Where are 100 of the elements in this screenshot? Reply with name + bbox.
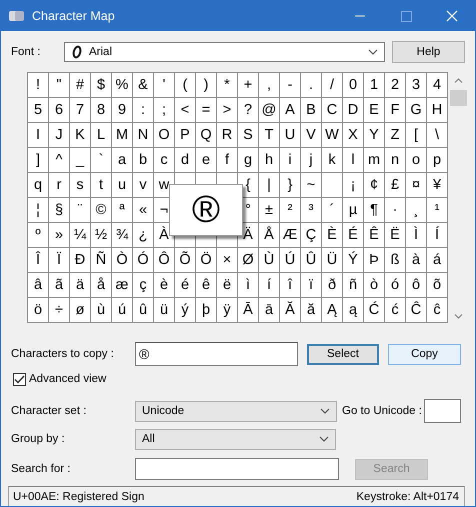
character-cell[interactable]: h <box>259 148 279 172</box>
character-cell[interactable]: Þ <box>364 248 384 272</box>
character-cell[interactable]: ó <box>385 273 405 297</box>
character-cell[interactable]: T <box>259 123 279 147</box>
character-cell[interactable]: Ö <box>196 248 216 272</box>
character-cell[interactable]: + <box>238 73 258 97</box>
character-cell[interactable]: ï <box>301 273 321 297</box>
character-cell[interactable]: ? <box>238 98 258 122</box>
scroll-up-icon[interactable] <box>454 78 463 83</box>
character-cell[interactable]: t <box>91 173 111 197</box>
character-cell[interactable]: 7 <box>70 98 90 122</box>
character-cell[interactable]: G <box>406 98 426 122</box>
advanced-view-checkbox[interactable] <box>13 372 26 386</box>
character-cell[interactable]: A <box>280 98 300 122</box>
character-cell[interactable]: P <box>175 123 195 147</box>
character-cell[interactable]: : <box>133 98 153 122</box>
search-field[interactable] <box>135 458 339 480</box>
character-cell[interactable]: ) <box>196 73 216 97</box>
character-cell[interactable]: ¡ <box>343 173 363 197</box>
character-cell[interactable]: Q <box>196 123 216 147</box>
character-cell[interactable]: u <box>112 173 132 197</box>
character-cell[interactable]: ' <box>154 73 174 97</box>
character-cell[interactable]: â <box>28 273 48 297</box>
character-cell[interactable]: Õ <box>175 248 195 272</box>
character-cell[interactable]: Í <box>427 223 447 247</box>
character-cell[interactable]: / <box>322 73 342 97</box>
character-cell[interactable]: § <box>49 198 69 222</box>
character-cell[interactable]: v <box>133 173 153 197</box>
character-cell[interactable]: ( <box>175 73 195 97</box>
character-cell[interactable]: ø <box>70 298 90 322</box>
font-dropdown[interactable]: Arial <box>64 42 385 62</box>
character-cell[interactable]: Ð <box>70 248 90 272</box>
character-cell[interactable]: à <box>406 248 426 272</box>
character-cell[interactable]: R <box>217 123 237 147</box>
character-cell[interactable]: ñ <box>343 273 363 297</box>
character-cell[interactable]: ½ <box>91 223 111 247</box>
character-cell[interactable]: ª <box>112 198 132 222</box>
character-cell[interactable]: þ <box>196 298 216 322</box>
character-cell[interactable]: ê <box>196 273 216 297</box>
character-cell[interactable]: b <box>133 148 153 172</box>
character-cell[interactable]: 9 <box>112 98 132 122</box>
character-cell[interactable]: è <box>154 273 174 297</box>
character-cell[interactable]: Ù <box>259 248 279 272</box>
character-cell[interactable]: D <box>343 98 363 122</box>
character-cell[interactable]: ý <box>175 298 195 322</box>
character-cell[interactable]: Ć <box>364 298 384 322</box>
character-cell[interactable]: ¦ <box>28 198 48 222</box>
character-cell[interactable]: 6 <box>49 98 69 122</box>
character-cell[interactable]: å <box>91 273 111 297</box>
character-cell[interactable]: 8 <box>91 98 111 122</box>
character-cell[interactable]: L <box>91 123 111 147</box>
character-cell[interactable]: Î <box>28 248 48 272</box>
character-cell[interactable]: Ò <box>112 248 132 272</box>
character-cell[interactable]: û <box>133 298 153 322</box>
character-cell[interactable]: l <box>343 148 363 172</box>
character-cell[interactable]: ã <box>49 273 69 297</box>
character-cell[interactable]: Æ <box>280 223 300 247</box>
character-cell[interactable]: ì <box>238 273 258 297</box>
character-cell[interactable]: & <box>133 73 153 97</box>
character-cell[interactable]: á <box>427 248 447 272</box>
character-cell[interactable]: ¸ <box>406 198 426 222</box>
character-cell[interactable]: - <box>280 73 300 97</box>
character-cell[interactable]: * <box>217 73 237 97</box>
character-cell[interactable]: Ø <box>238 248 258 272</box>
character-set-dropdown[interactable]: Unicode <box>135 400 337 422</box>
character-cell[interactable]: g <box>238 148 258 172</box>
character-cell[interactable]: N <box>133 123 153 147</box>
character-cell[interactable]: Ú <box>280 248 300 272</box>
character-cell[interactable]: é <box>175 273 195 297</box>
character-cell[interactable]: c <box>154 148 174 172</box>
character-cell[interactable]: B <box>301 98 321 122</box>
character-cell[interactable]: ò <box>364 273 384 297</box>
scroll-down-icon[interactable] <box>454 314 463 319</box>
character-cell[interactable]: < <box>175 98 195 122</box>
character-cell[interactable]: ¥ <box>427 173 447 197</box>
character-cell[interactable]: . <box>301 73 321 97</box>
character-cell[interactable]: Y <box>364 123 384 147</box>
character-cell[interactable]: È <box>322 223 342 247</box>
character-cell[interactable]: @ <box>259 98 279 122</box>
character-cell[interactable]: « <box>133 198 153 222</box>
character-cell[interactable]: k <box>322 148 342 172</box>
character-cell[interactable]: e <box>196 148 216 172</box>
character-cell[interactable]: ą <box>343 298 363 322</box>
character-cell[interactable]: ¢ <box>364 173 384 197</box>
copy-button[interactable]: Copy <box>388 344 461 364</box>
character-cell[interactable]: ¨ <box>70 198 90 222</box>
character-cell[interactable]: d <box>175 148 195 172</box>
character-cell[interactable]: ā <box>259 298 279 322</box>
character-cell[interactable]: Ô <box>154 248 174 272</box>
character-cell[interactable]: Û <box>301 248 321 272</box>
character-cell[interactable]: [ <box>406 123 426 147</box>
character-cell[interactable]: | <box>259 173 279 197</box>
character-cell[interactable]: F <box>385 98 405 122</box>
character-cell[interactable]: a <box>112 148 132 172</box>
character-cell[interactable]: õ <box>427 273 447 297</box>
character-cell[interactable]: ; <box>154 98 174 122</box>
character-cell[interactable]: q <box>28 173 48 197</box>
character-cell[interactable]: Ü <box>322 248 342 272</box>
character-cell[interactable]: I <box>28 123 48 147</box>
character-cell[interactable]: ´ <box>322 198 342 222</box>
